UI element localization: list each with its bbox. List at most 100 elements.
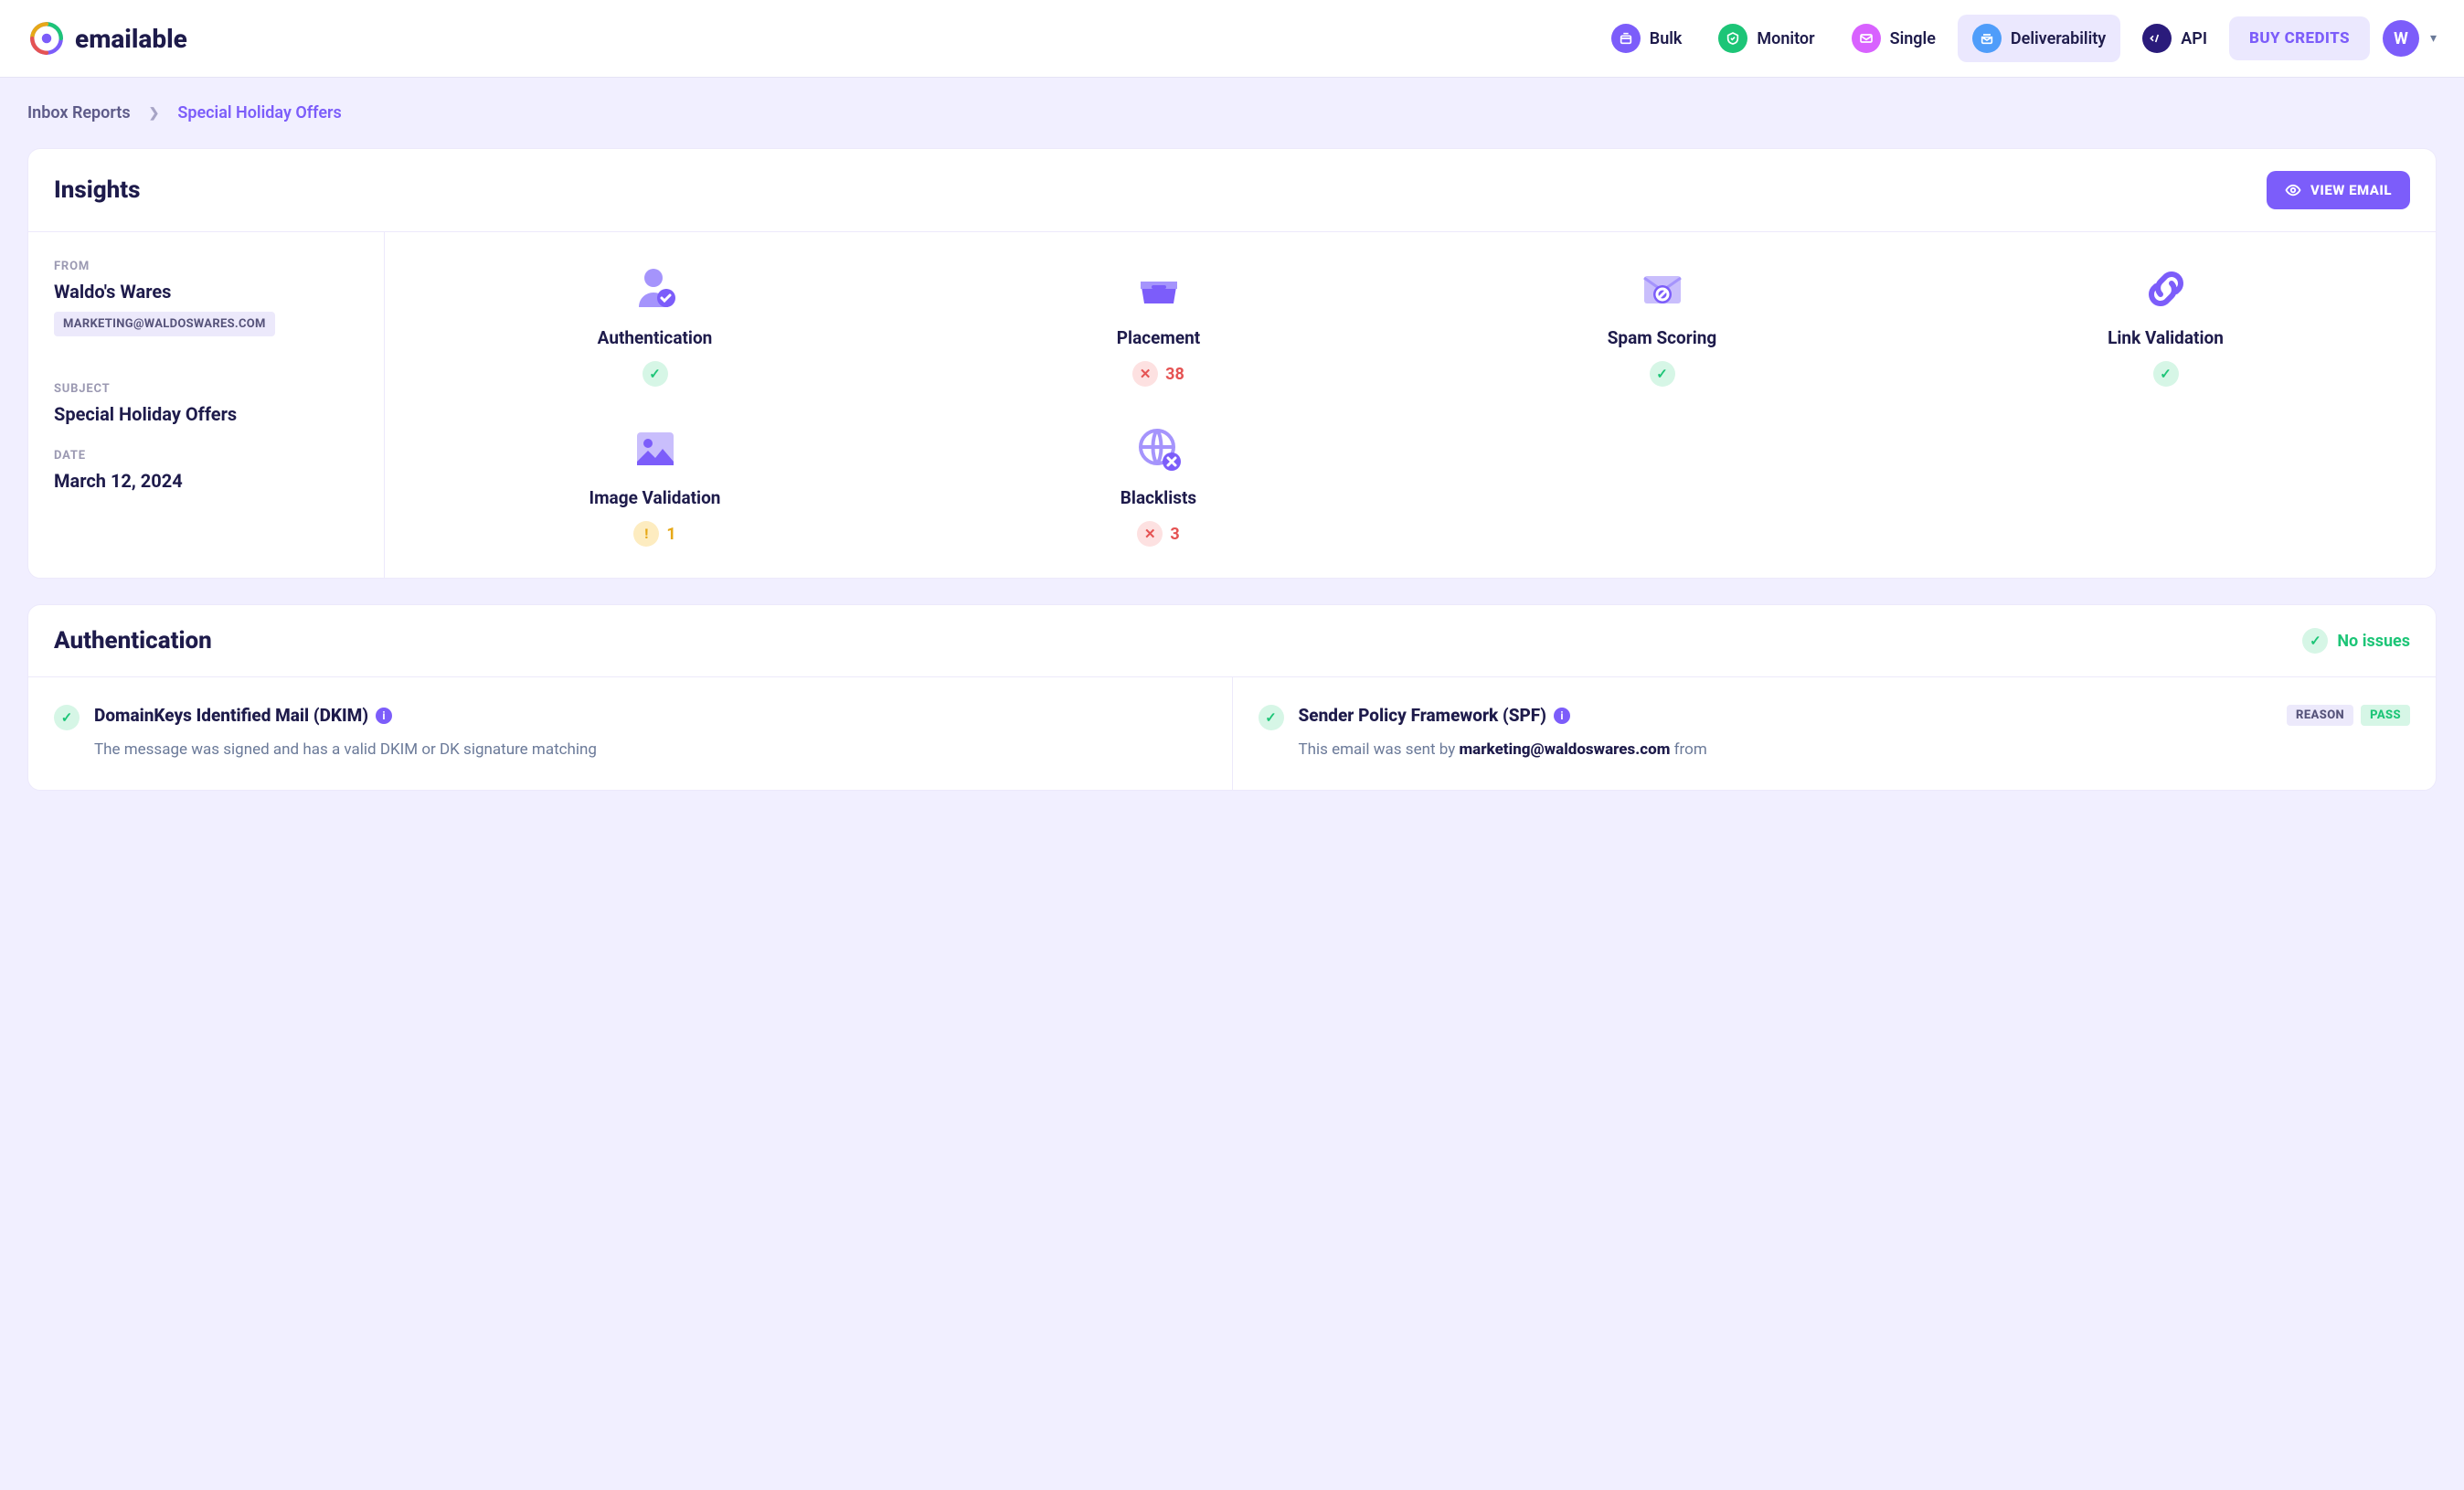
eye-icon bbox=[2285, 182, 2301, 198]
insights-card-head: Insights VIEW EMAIL bbox=[28, 149, 2436, 232]
check-icon: ✓ bbox=[1259, 705, 1284, 730]
tile-blacklists-count: 3 bbox=[1170, 525, 1179, 544]
meta-subject: SUBJECT Special Holiday Offers bbox=[54, 382, 358, 425]
tile-spam-status: ✓ bbox=[1650, 361, 1675, 387]
logo-swirl-icon bbox=[27, 19, 66, 58]
tile-image-status: ! 1 bbox=[633, 521, 675, 547]
tile-authentication[interactable]: Authentication ✓ bbox=[412, 263, 897, 387]
nav-bulk[interactable]: Bulk bbox=[1597, 15, 1697, 62]
check-icon: ✓ bbox=[643, 361, 668, 387]
dkim-section: ✓ DomainKeys Identified Mail (DKIM) i Th… bbox=[28, 677, 1232, 790]
bulk-icon bbox=[1611, 24, 1641, 53]
authentication-card: Authentication ✓ No issues ✓ DomainKeys … bbox=[27, 604, 2437, 791]
single-icon bbox=[1852, 24, 1881, 53]
page-content: Inbox Reports ❯ Special Holiday Offers I… bbox=[0, 78, 2464, 842]
tile-blacklists[interactable]: Blacklists ✕ 3 bbox=[916, 423, 1401, 547]
date-label: DATE bbox=[54, 449, 358, 463]
nav-deliverability[interactable]: Deliverability bbox=[1958, 15, 2120, 62]
x-icon: ✕ bbox=[1137, 521, 1163, 547]
deliverability-icon bbox=[1972, 24, 2002, 53]
tile-image-count: 1 bbox=[666, 525, 675, 544]
info-icon[interactable]: i bbox=[376, 708, 392, 724]
tile-authentication-label: Authentication bbox=[598, 327, 713, 348]
avatar: W bbox=[2383, 20, 2419, 57]
person-check-icon bbox=[630, 263, 681, 314]
link-icon bbox=[2140, 263, 2192, 314]
nav-single-label: Single bbox=[1890, 29, 1936, 48]
insights-body: FROM Waldo's Wares MARKETING@WALDOSWARES… bbox=[28, 232, 2436, 578]
dkim-title: DomainKeys Identified Mail (DKIM) i bbox=[94, 705, 597, 726]
subject-label: SUBJECT bbox=[54, 382, 358, 396]
nav-api[interactable]: API bbox=[2128, 15, 2222, 62]
pass-badge: PASS bbox=[2361, 705, 2410, 726]
warning-icon: ! bbox=[633, 521, 659, 547]
tile-image-validation[interactable]: Image Validation ! 1 bbox=[412, 423, 897, 547]
check-icon: ✓ bbox=[2302, 628, 2328, 654]
insights-tiles: Authentication ✓ Placement ✕ 38 bbox=[385, 232, 2436, 578]
monitor-icon bbox=[1718, 24, 1747, 53]
tile-placement[interactable]: Placement ✕ 38 bbox=[916, 263, 1401, 387]
tile-blacklists-status: ✕ 3 bbox=[1137, 521, 1179, 547]
spf-section: ✓ Sender Policy Framework (SPF) i REASON… bbox=[1232, 677, 2437, 790]
check-icon: ✓ bbox=[2153, 361, 2179, 387]
top-header: emailable Bulk Monitor Single Deliverabi… bbox=[0, 0, 2464, 78]
logo[interactable]: emailable bbox=[27, 19, 187, 58]
from-email: MARKETING@WALDOSWARES.COM bbox=[54, 312, 275, 336]
view-email-button[interactable]: VIEW EMAIL bbox=[2267, 171, 2410, 209]
meta-date: DATE March 12, 2024 bbox=[54, 449, 358, 492]
api-icon bbox=[2142, 24, 2172, 53]
buy-credits-button[interactable]: BUY CREDITS bbox=[2229, 16, 2370, 60]
authentication-status: ✓ No issues bbox=[2302, 628, 2410, 654]
breadcrumb-current[interactable]: Special Holiday Offers bbox=[177, 103, 341, 122]
tile-placement-status: ✕ 38 bbox=[1132, 361, 1184, 387]
reason-badge: REASON bbox=[2287, 705, 2353, 726]
tile-link-label: Link Validation bbox=[2108, 327, 2224, 348]
breadcrumb: Inbox Reports ❯ Special Holiday Offers bbox=[27, 103, 2437, 122]
tile-placement-count: 38 bbox=[1165, 365, 1184, 384]
authentication-title: Authentication bbox=[54, 627, 212, 655]
tile-spam-label: Spam Scoring bbox=[1608, 327, 1717, 348]
nav-monitor-label: Monitor bbox=[1757, 29, 1814, 48]
info-icon[interactable]: i bbox=[1554, 708, 1570, 724]
chevron-right-icon: ❯ bbox=[149, 106, 160, 121]
date-value: March 12, 2024 bbox=[54, 470, 358, 492]
check-icon: ✓ bbox=[1650, 361, 1675, 387]
insights-meta: FROM Waldo's Wares MARKETING@WALDOSWARES… bbox=[28, 232, 385, 578]
nav-monitor[interactable]: Monitor bbox=[1704, 15, 1829, 62]
main-nav: Bulk Monitor Single Deliverability API bbox=[1597, 15, 2437, 62]
meta-from: FROM Waldo's Wares MARKETING@WALDOSWARES… bbox=[54, 260, 358, 358]
subject-value: Special Holiday Offers bbox=[54, 403, 358, 425]
from-name: Waldo's Wares bbox=[54, 281, 358, 303]
insights-title: Insights bbox=[54, 176, 140, 204]
globe-x-icon bbox=[1133, 423, 1184, 474]
tile-link-status: ✓ bbox=[2153, 361, 2179, 387]
no-issues-label: No issues bbox=[2337, 632, 2410, 651]
nav-bulk-label: Bulk bbox=[1650, 29, 1683, 48]
logo-text: emailable bbox=[75, 24, 187, 54]
dkim-description: The message was signed and has a valid D… bbox=[94, 739, 597, 762]
x-icon: ✕ bbox=[1132, 361, 1158, 387]
account-menu[interactable]: W ▾ bbox=[2383, 20, 2437, 57]
tile-placement-label: Placement bbox=[1117, 327, 1200, 348]
spf-description: This email was sent by marketing@waldosw… bbox=[1299, 739, 2411, 762]
nav-api-label: API bbox=[2181, 29, 2207, 48]
spf-title: Sender Policy Framework (SPF) i REASON P… bbox=[1299, 705, 2411, 726]
tile-link-validation[interactable]: Link Validation ✓ bbox=[1923, 263, 2408, 387]
check-icon: ✓ bbox=[54, 705, 80, 730]
insights-card: Insights VIEW EMAIL FROM Waldo's Wares M… bbox=[27, 148, 2437, 579]
chevron-down-icon: ▾ bbox=[2430, 31, 2437, 46]
tile-image-label: Image Validation bbox=[589, 487, 721, 508]
inbox-icon bbox=[1133, 263, 1184, 314]
spam-mail-icon bbox=[1637, 263, 1688, 314]
view-email-label: VIEW EMAIL bbox=[2310, 182, 2392, 198]
authentication-card-head: Authentication ✓ No issues bbox=[28, 605, 2436, 677]
breadcrumb-root[interactable]: Inbox Reports bbox=[27, 103, 131, 122]
image-icon bbox=[630, 423, 681, 474]
tile-authentication-status: ✓ bbox=[643, 361, 668, 387]
authentication-body: ✓ DomainKeys Identified Mail (DKIM) i Th… bbox=[28, 677, 2436, 790]
from-label: FROM bbox=[54, 260, 358, 273]
nav-single[interactable]: Single bbox=[1837, 15, 1950, 62]
tile-spam-scoring[interactable]: Spam Scoring ✓ bbox=[1419, 263, 1905, 387]
spf-badges: REASON PASS bbox=[2287, 705, 2410, 726]
tile-blacklists-label: Blacklists bbox=[1120, 487, 1196, 508]
